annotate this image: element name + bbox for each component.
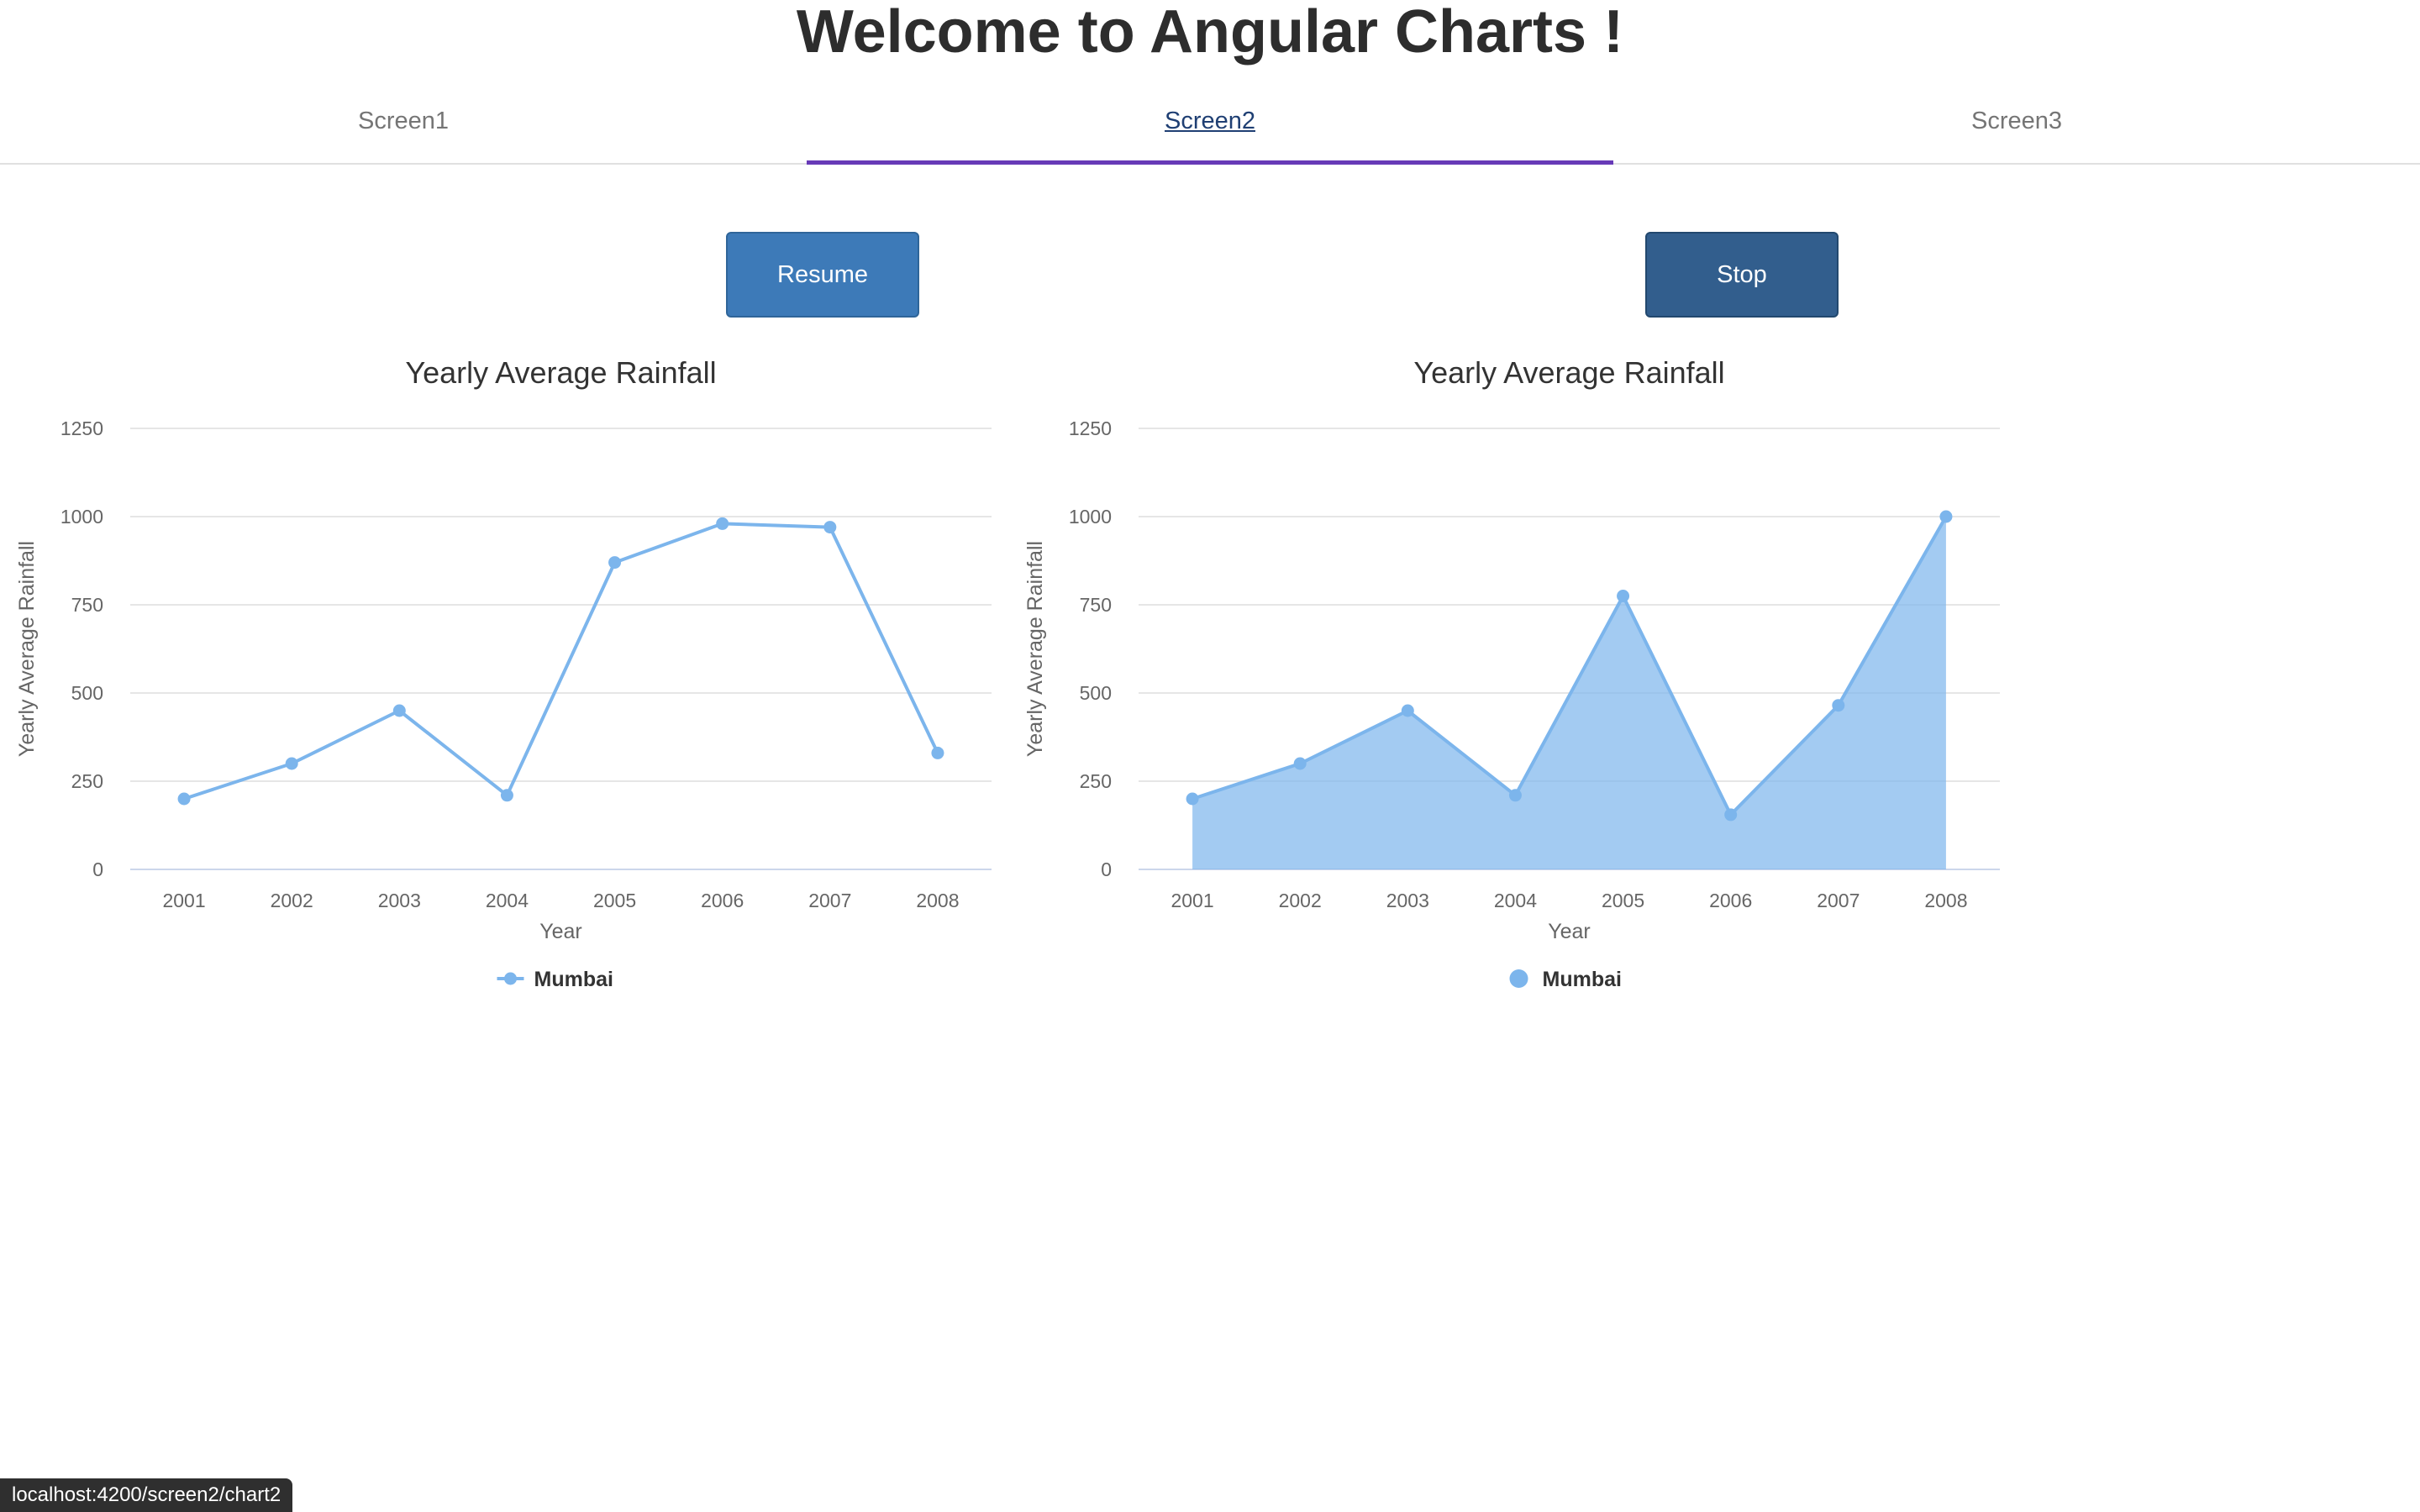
x-tick-label: 2007 xyxy=(808,890,851,911)
line-chart-svg: Yearly Average Rainfall 0 250 500 750 1000 125… xyxy=(15,355,992,991)
x-tick-label: 2004 xyxy=(1494,890,1537,911)
x-tick-label: 2006 xyxy=(1709,890,1752,911)
legend-symbol xyxy=(1509,969,1528,988)
y-tick-label: 250 xyxy=(1080,770,1112,792)
legend-symbol xyxy=(504,972,517,985)
data-point xyxy=(1186,792,1199,806)
y-tick-label: 500 xyxy=(71,682,103,704)
y-tick-label: 1250 xyxy=(60,417,103,439)
data-point xyxy=(823,521,837,534)
page-title: Welcome to Angular Charts ! xyxy=(796,0,1624,66)
x-tick-label: 2008 xyxy=(916,890,959,911)
y-tick-label: 750 xyxy=(71,594,103,616)
y-tick-label: 0 xyxy=(92,858,103,880)
data-point xyxy=(1724,808,1738,822)
status-bar-url: localhost:4200/screen2/chart2 xyxy=(0,1478,293,1512)
x-tick-label: 2008 xyxy=(1924,890,1967,911)
legend-label: Mumbai xyxy=(1543,968,1622,991)
x-axis-title: Year xyxy=(539,920,582,943)
legend-label: Mumbai xyxy=(534,968,613,991)
tab-screen2[interactable]: Screen2 xyxy=(807,92,1613,165)
data-point xyxy=(931,746,944,759)
y-tick-label: 250 xyxy=(71,770,103,792)
y-tick-label: 1000 xyxy=(60,506,103,528)
data-point xyxy=(500,789,513,802)
data-point xyxy=(1617,590,1630,602)
line-chart: Yearly Average Rainfall 0 250 500 750 1000 125… xyxy=(0,353,1008,1008)
data-point xyxy=(1508,789,1522,802)
stop-button[interactable]: Stop xyxy=(1645,232,1839,318)
y-tick-label: 0 xyxy=(1101,858,1112,880)
area-chart: Yearly Average Rainfall 0 250 500 750 1000 125… xyxy=(1008,353,2017,1008)
area-chart-svg: Yearly Average Rainfall 0 250 500 750 1000 125… xyxy=(1023,355,2000,991)
y-tick-label: 1250 xyxy=(1069,417,1112,439)
x-tick-label: 2002 xyxy=(1279,890,1322,911)
data-point xyxy=(392,704,406,717)
x-tick-label: 2005 xyxy=(1602,890,1644,911)
y-tick-label: 1000 xyxy=(1069,506,1112,528)
x-tick-label: 2001 xyxy=(162,890,205,911)
y-axis-title: Yearly Average Rainfall xyxy=(15,541,39,757)
data-point xyxy=(285,757,298,770)
data-point xyxy=(1832,699,1845,712)
x-tick-label: 2001 xyxy=(1171,890,1213,911)
x-tick-label: 2002 xyxy=(271,890,313,911)
data-point xyxy=(1401,704,1414,717)
data-point xyxy=(716,517,729,530)
tab-screen1[interactable]: Screen1 xyxy=(0,92,807,163)
data-point xyxy=(1939,510,1953,523)
x-tick-label: 2005 xyxy=(593,890,636,911)
x-tick-label: 2004 xyxy=(486,890,529,911)
series-line xyxy=(183,522,939,801)
x-tick-label: 2003 xyxy=(378,890,421,911)
resume-button[interactable]: Resume xyxy=(726,232,919,318)
y-axis-title: Yearly Average Rainfall xyxy=(1023,541,1047,757)
data-point xyxy=(1293,757,1307,770)
x-tick-label: 2006 xyxy=(701,890,744,911)
tab-bar: Screen1 Screen2 Screen3 xyxy=(0,92,2420,165)
y-tick-label: 750 xyxy=(1080,594,1112,616)
chart-title: Yearly Average Rainfall xyxy=(405,355,716,390)
chart-title: Yearly Average Rainfall xyxy=(1413,355,1724,390)
tab-screen3[interactable]: Screen3 xyxy=(1613,92,2420,163)
x-tick-label: 2003 xyxy=(1386,890,1429,911)
x-tick-label: 2007 xyxy=(1817,890,1860,911)
y-tick-label: 500 xyxy=(1080,682,1112,704)
x-axis-title: Year xyxy=(1548,920,1591,943)
data-point xyxy=(608,556,622,570)
data-point xyxy=(177,792,191,806)
